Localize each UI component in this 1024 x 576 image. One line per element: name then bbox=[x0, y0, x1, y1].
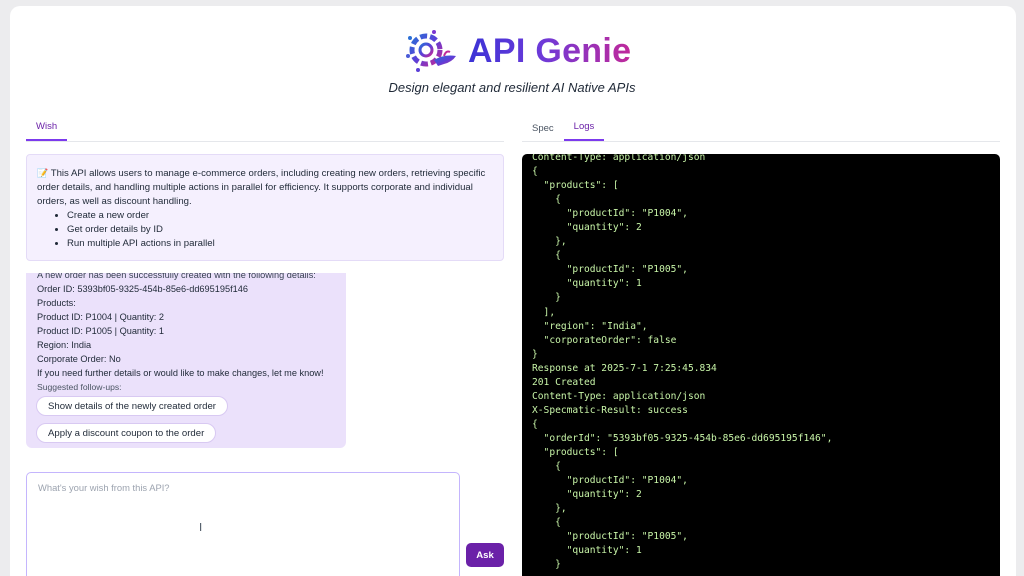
api-description-card: 📝 This API allows users to manage e-comm… bbox=[26, 154, 504, 261]
log-line: "quantity": 2 bbox=[532, 222, 642, 234]
log-line: "quantity": 1 bbox=[532, 278, 642, 290]
log-line: } bbox=[532, 348, 538, 360]
log-line: { bbox=[532, 194, 561, 206]
log-line: 201 Created bbox=[532, 376, 596, 388]
message-line: Corporate Order: No bbox=[37, 354, 121, 364]
api-description-text: This API allows users to manage e-commer… bbox=[37, 168, 486, 207]
memo-icon: 📝 bbox=[37, 168, 49, 178]
followup-apply-discount-button[interactable]: Apply a discount coupon to the order bbox=[36, 423, 217, 443]
assistant-message-text: A new order has been successfully create… bbox=[37, 273, 324, 380]
log-line: Response at 2025-7-1 7:25:45.834 bbox=[532, 362, 717, 374]
log-line: { bbox=[532, 166, 538, 178]
log-line: { bbox=[532, 461, 561, 473]
log-line: "region": "India", bbox=[532, 320, 648, 332]
wish-tabbar: Wish bbox=[26, 118, 504, 142]
log-line: "productId": "P1005", bbox=[532, 531, 688, 543]
log-line: "quantity": 1 bbox=[532, 545, 642, 557]
followup-show-details-button[interactable]: Show details of the newly created order bbox=[36, 396, 228, 416]
log-line: "products": [ bbox=[532, 446, 619, 458]
list-item: Create a new order bbox=[67, 209, 493, 223]
tab-wish[interactable]: Wish bbox=[26, 117, 68, 141]
gear-lamp-icon bbox=[406, 30, 456, 72]
message-line: Region: India bbox=[37, 340, 92, 350]
log-line: "productId": "P1004", bbox=[532, 475, 688, 487]
message-line: If you need further details or would lik… bbox=[37, 368, 324, 378]
log-line: "productId": "P1004", bbox=[532, 208, 688, 220]
message-line: A new order has been successfully create… bbox=[37, 273, 316, 280]
tagline: Design elegant and resilient AI Native A… bbox=[388, 80, 636, 95]
message-line: Product ID: P1005 | Quantity: 1 bbox=[37, 326, 164, 336]
log-line: { bbox=[532, 517, 561, 529]
message-line: Product ID: P1004 | Quantity: 2 bbox=[37, 312, 164, 322]
log-line: } bbox=[532, 559, 561, 571]
message-line: Order ID: 5393bf05-9325-454b-85e6-dd6951… bbox=[37, 284, 248, 294]
tab-logs[interactable]: Logs bbox=[563, 117, 605, 141]
log-line: "productId": "P1005", bbox=[532, 264, 688, 276]
capabilities-list: Create a new order Get order details by … bbox=[37, 209, 493, 251]
app-name: API Genie bbox=[468, 31, 632, 70]
assistant-message: A new order has been successfully create… bbox=[26, 273, 346, 448]
log-line: ], bbox=[532, 306, 556, 318]
ask-button[interactable]: Ask bbox=[466, 543, 504, 567]
log-line: Content-Type: application/json bbox=[532, 154, 706, 163]
log-line: }, bbox=[532, 503, 567, 515]
brand-logo: API Genie bbox=[404, 26, 631, 76]
log-line: "corporateOrder": false bbox=[532, 334, 677, 346]
log-line: "products": [ bbox=[532, 180, 619, 192]
tab-spec[interactable]: Spec bbox=[522, 117, 564, 141]
log-line: "orderId": "5393bf05-9325-454b-85e6-dd69… bbox=[532, 432, 833, 444]
log-line: }, bbox=[532, 236, 567, 248]
message-line: Products: bbox=[37, 298, 76, 308]
log-line: "quantity": 2 bbox=[532, 489, 642, 501]
log-line: { bbox=[532, 418, 538, 430]
wish-input[interactable] bbox=[26, 472, 460, 576]
log-line: X-Specmatic-Result: success bbox=[532, 404, 688, 416]
log-line: Content-Type: application/json bbox=[532, 390, 706, 402]
api-description: 📝 This API allows users to manage e-comm… bbox=[37, 166, 493, 209]
followups-label: Suggested follow-ups: bbox=[37, 382, 122, 392]
output-tabbar: Spec Logs bbox=[522, 118, 1000, 142]
log-line: } bbox=[532, 292, 561, 304]
log-line: { bbox=[532, 250, 561, 262]
list-item: Run multiple API actions in parallel bbox=[67, 237, 493, 251]
logs-console[interactable]: Content-Type: application/json { "produc… bbox=[522, 154, 1000, 576]
text-cursor-icon: Ι bbox=[199, 521, 203, 534]
logs-output: Content-Type: application/json { "produc… bbox=[532, 154, 832, 572]
list-item: Get order details by ID bbox=[67, 223, 493, 237]
